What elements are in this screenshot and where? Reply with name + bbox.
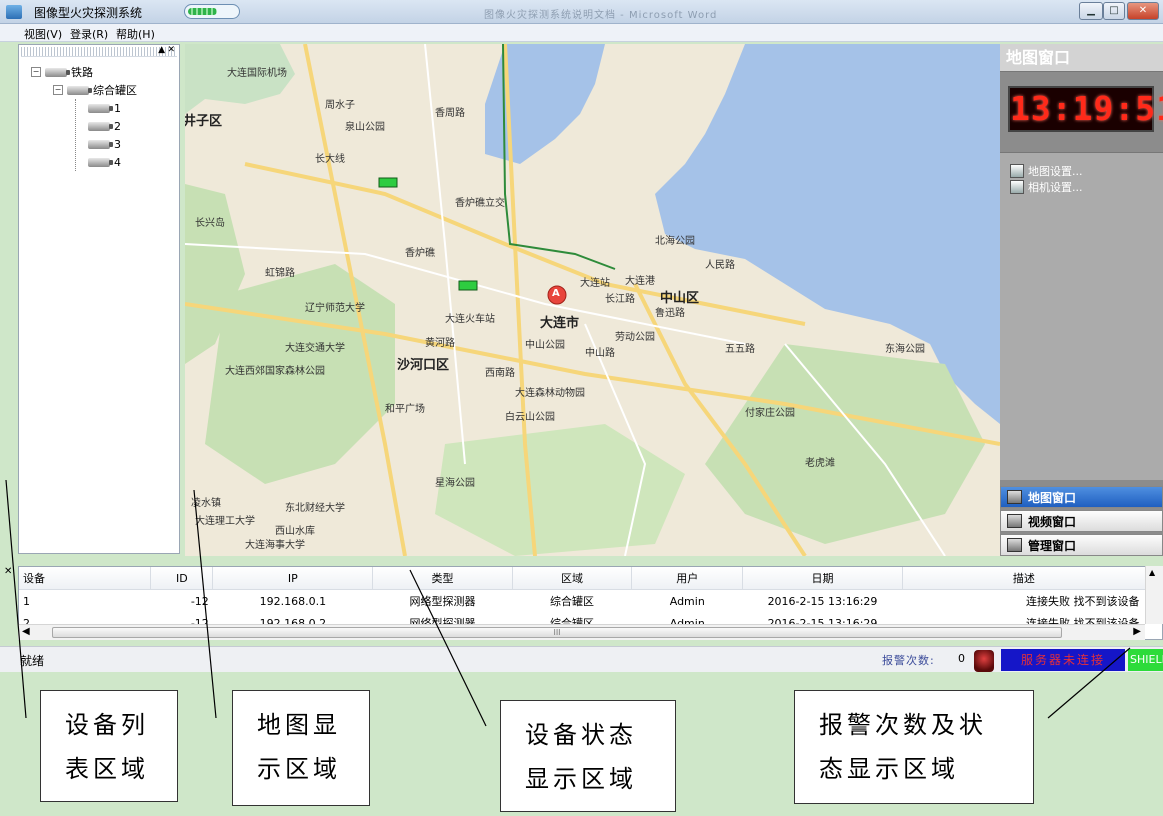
annotation-text: 态显示区域 bbox=[819, 755, 959, 783]
annotation-text: 设备状态 bbox=[525, 721, 637, 749]
annotation-map-area: 地图显 示区域 bbox=[232, 690, 370, 806]
annotation-text: 设备列 bbox=[65, 711, 149, 739]
annotation-status-area: 设备状态 显示区域 bbox=[500, 700, 676, 812]
annotation-device-list: 设备列 表区域 bbox=[40, 690, 178, 802]
annotation-text: 报警次数及状 bbox=[819, 711, 987, 739]
annotation-text: 表区域 bbox=[65, 755, 149, 783]
annotation-text: 地图显 bbox=[257, 711, 341, 739]
annotation-alarm-area: 报警次数及状 态显示区域 bbox=[794, 690, 1034, 804]
annotation-text: 显示区域 bbox=[525, 765, 637, 793]
annotation-text: 示区域 bbox=[257, 755, 341, 783]
